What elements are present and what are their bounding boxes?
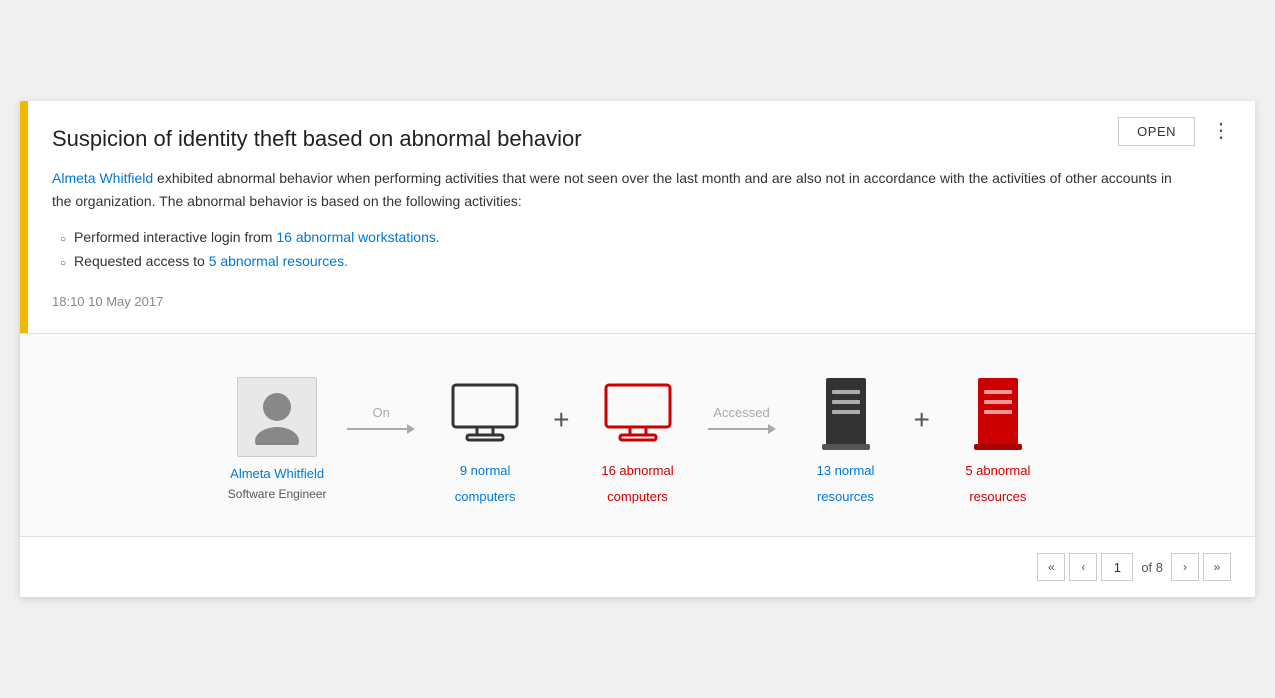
arrow-line (347, 428, 407, 430)
alert-title: Suspicion of identity theft based on abn… (52, 125, 1195, 154)
total-pages: of 8 (1137, 560, 1167, 575)
bullet-text-2: Requested access to 5 abnormal resources… (74, 250, 348, 274)
arrowhead-2 (768, 424, 776, 434)
abnormal-computers-count: 16 abnormal (601, 462, 673, 480)
avatar (237, 377, 317, 457)
normal-resources-count: 13 normal (817, 462, 875, 480)
person-item: Almeta Whitfield Software Engineer (217, 377, 337, 502)
abnormal-computers-unit: computers (607, 488, 668, 506)
on-label: On (372, 405, 389, 420)
prev-page-button[interactable]: ‹ (1069, 553, 1097, 581)
avatar-wrap (232, 377, 322, 457)
abnormal-resources-item: 5 abnormal resources (938, 374, 1058, 506)
normal-computers-unit: computers (455, 488, 516, 506)
current-page-button[interactable]: 1 (1101, 553, 1133, 581)
normal-server-icon (816, 376, 876, 452)
abnormal-resources-count: 5 abnormal (965, 462, 1030, 480)
abnormal-computer-icon (602, 381, 674, 447)
diagram-row: Almeta Whitfield Software Engineer On (60, 374, 1215, 506)
resources-link[interactable]: 5 abnormal resources. (209, 253, 348, 269)
person-link[interactable]: Almeta Whitfield (52, 170, 153, 186)
plus-sign-2: + (914, 404, 930, 436)
normal-resources-unit: resources (817, 488, 874, 506)
normal-server-icon-wrap (801, 374, 891, 454)
timestamp: 18:10 10 May 2017 (52, 294, 1195, 309)
more-options-button[interactable]: ⋮ (1203, 117, 1239, 145)
abnormal-resources-unit: resources (969, 488, 1026, 506)
accessed-label: Accessed (713, 405, 769, 420)
normal-computers-count: 9 normal (460, 462, 511, 480)
accessed-connector: Accessed (698, 405, 786, 434)
diagram-section: Almeta Whitfield Software Engineer On (20, 334, 1255, 536)
arrowhead (407, 424, 415, 434)
normal-computers-item: 9 normal computers (425, 374, 545, 506)
last-page-button[interactable]: » (1203, 553, 1231, 581)
list-item: Requested access to 5 abnormal resources… (60, 250, 1195, 274)
abnormal-server-icon-wrap (953, 374, 1043, 454)
person-name: Almeta Whitfield (230, 465, 324, 483)
person-role: Software Engineer (228, 486, 327, 503)
workstations-link[interactable]: 16 abnormal workstations. (276, 229, 439, 245)
normal-computer-icon (449, 381, 521, 447)
abnormal-computer-icon-wrap (593, 374, 683, 454)
severity-bar (20, 101, 28, 333)
arrow-line-2 (708, 428, 768, 430)
normal-resources-item: 13 normal resources (786, 374, 906, 506)
bullet-text-1: Performed interactive login from 16 abno… (74, 226, 440, 250)
top-section: Suspicion of identity theft based on abn… (20, 101, 1255, 334)
first-page-button[interactable]: « (1037, 553, 1065, 581)
person-icon (251, 389, 303, 445)
plus-sign-1: + (553, 404, 569, 436)
content-area: Suspicion of identity theft based on abn… (28, 101, 1255, 333)
pagination: « ‹ 1 of 8 › » (20, 536, 1255, 597)
top-actions: OPEN ⋮ (1118, 117, 1239, 146)
accessed-arrow (708, 424, 776, 434)
on-arrow (347, 424, 415, 434)
open-button[interactable]: OPEN (1118, 117, 1195, 146)
activity-list: Performed interactive login from 16 abno… (52, 226, 1195, 274)
abnormal-computers-item: 16 abnormal computers (578, 374, 698, 506)
list-item: Performed interactive login from 16 abno… (60, 226, 1195, 250)
next-page-button[interactable]: › (1171, 553, 1199, 581)
alert-description: Almeta Whitfield exhibited abnormal beha… (52, 167, 1195, 212)
description-text: exhibited abnormal behavior when perform… (52, 170, 1172, 208)
normal-computer-icon-wrap (440, 374, 530, 454)
abnormal-server-icon (968, 376, 1028, 452)
on-connector: On (337, 405, 425, 434)
alert-card: Suspicion of identity theft based on abn… (20, 101, 1255, 597)
